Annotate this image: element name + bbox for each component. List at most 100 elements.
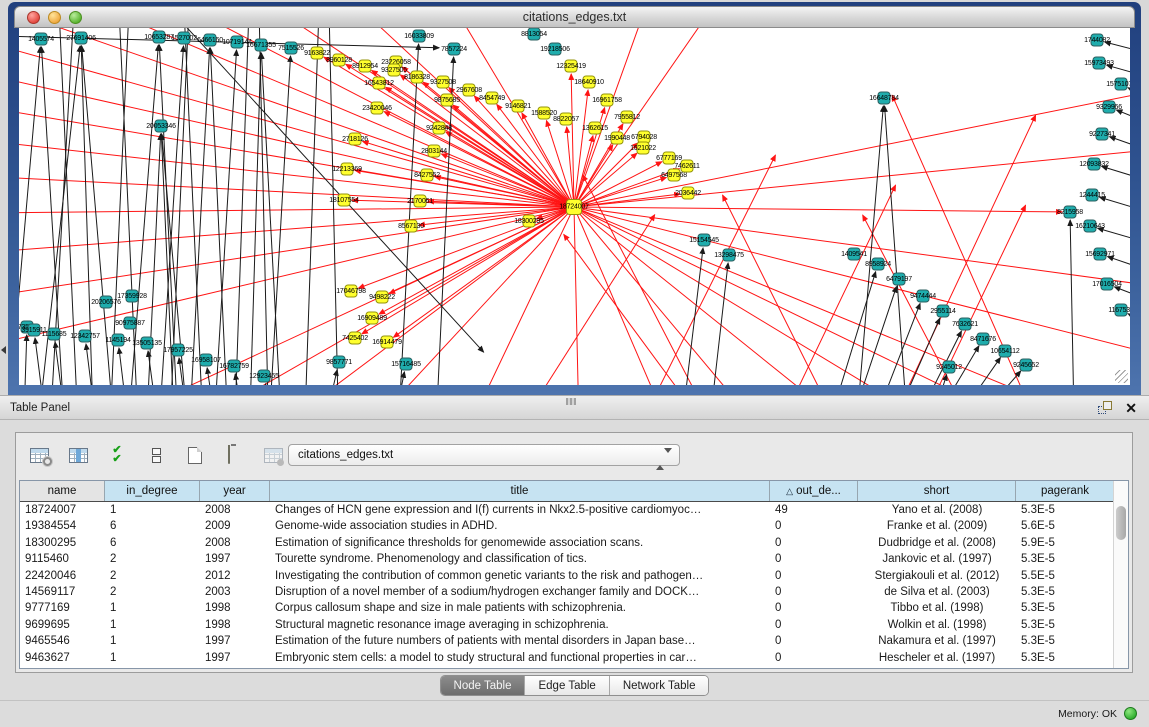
graph-node[interactable]: 18300295: [523, 215, 536, 228]
graph-node[interactable]: 2967608: [463, 84, 476, 97]
graph-node[interactable]: 18640910: [583, 76, 596, 89]
graph-node[interactable]: 18107554: [338, 194, 351, 207]
graph-node[interactable]: 16782759: [228, 360, 241, 373]
graph-node[interactable]: 17957225: [172, 344, 185, 357]
graph-node[interactable]: 7425402: [349, 332, 362, 345]
graph-node[interactable]: 15751074: [1115, 78, 1128, 91]
graph-node[interactable]: 1621022: [637, 142, 650, 155]
graph-node[interactable]: 8822057: [560, 113, 573, 126]
column-header-title[interactable]: title: [270, 481, 770, 501]
graph-node[interactable]: 16958107: [200, 354, 213, 367]
graph-node[interactable]: 17046798: [345, 285, 358, 298]
column-header-in_degree[interactable]: in_degree: [105, 481, 200, 501]
graph-node[interactable]: 8427552: [421, 169, 434, 182]
graph-node[interactable]: 12923465: [258, 370, 271, 383]
column-header-short[interactable]: short: [858, 481, 1016, 501]
graph-node[interactable]: 13298475: [723, 249, 736, 262]
graph-node[interactable]: 1115685: [48, 328, 61, 341]
graph-node[interactable]: 12342757: [79, 330, 92, 343]
graph-node[interactable]: 10653287: [153, 31, 166, 44]
graph-node[interactable]: 8960128: [333, 54, 346, 67]
graph-node[interactable]: 23420046: [371, 102, 384, 115]
graph-node[interactable]: 9329966: [1103, 101, 1116, 114]
table-row[interactable]: 977716911998Corpus callosum shape and si…: [20, 600, 1128, 616]
graph-node[interactable]: 7857224: [448, 43, 461, 56]
graph-node[interactable]: 20053346: [155, 120, 168, 133]
graph-node[interactable]: 2803144: [428, 145, 441, 158]
graph-node[interactable]: 8186328: [411, 71, 424, 84]
graph-node[interactable]: 15154545: [698, 234, 711, 247]
graph-node[interactable]: 19218506: [549, 43, 562, 56]
graph-node[interactable]: 9227341: [1096, 128, 1109, 141]
graph-node[interactable]: 1145194: [112, 334, 125, 347]
graph-node[interactable]: 9146821: [512, 100, 525, 113]
show-columns-button[interactable]: [65, 442, 91, 468]
graph-node[interactable]: 12325419: [565, 60, 578, 73]
graph-node[interactable]: 2718126: [349, 133, 362, 146]
graph-node[interactable]: 13505135: [141, 337, 154, 350]
graph-node[interactable]: 8215958: [1064, 206, 1077, 219]
graph-node[interactable]: 9875685: [441, 94, 454, 107]
graph-node[interactable]: 1244415: [1086, 189, 1099, 202]
column-header-out_de[interactable]: △out_de...: [770, 481, 858, 501]
delete-column-button[interactable]: [221, 442, 247, 468]
table-row[interactable]: 946362711997Embryonic stem cells: a mode…: [20, 650, 1128, 666]
graph-node[interactable]: 1744082: [1091, 34, 1104, 47]
graph-node[interactable]: 6497568: [668, 169, 681, 182]
graph-node[interactable]: 10654112: [999, 345, 1012, 358]
window-titlebar[interactable]: citations_edges.txt: [14, 6, 1135, 28]
table-row[interactable]: 969969511998Structural magnetic resonanc…: [20, 617, 1128, 633]
tab-network-table[interactable]: Network Table: [609, 676, 709, 695]
column-header-pagerank[interactable]: pagerank: [1016, 481, 1115, 501]
graph-node[interactable]: 3915911: [28, 324, 41, 337]
graph-node[interactable]: 9857771: [333, 356, 346, 369]
graph-node[interactable]: 1405574: [35, 33, 48, 46]
graph-node[interactable]: 1527002: [178, 32, 191, 45]
graph-node[interactable]: 2170061: [414, 195, 427, 208]
graph-node[interactable]: 8471676: [977, 333, 990, 346]
graph-node[interactable]: 9327508: [437, 76, 450, 89]
graph-node[interactable]: 20206576: [100, 296, 113, 309]
create-column-button[interactable]: [182, 442, 208, 468]
network-canvas[interactable]: 9163822896012889129542322605893275058186…: [19, 28, 1130, 385]
graph-node[interactable]: 9245652: [1020, 359, 1033, 372]
graph-node[interactable]: 16914479: [381, 336, 394, 349]
table-row[interactable]: 1872400712008Changes of HCN gene express…: [20, 502, 1128, 518]
graph-node[interactable]: 15973493: [1093, 57, 1106, 70]
table-row[interactable]: 946554611997Estimation of the future num…: [20, 633, 1128, 649]
unselect-all-columns-button[interactable]: [143, 442, 169, 468]
graph-node[interactable]: 8813054: [528, 28, 541, 41]
graph-node[interactable]: 1588520: [538, 107, 551, 120]
float-panel-button[interactable]: [1098, 401, 1113, 416]
graph-node[interactable]: 7462611: [681, 160, 694, 173]
graph-node[interactable]: 9498222: [376, 291, 389, 304]
graph-node[interactable]: 12093832: [1088, 158, 1101, 171]
graph-node[interactable]: 1990448: [611, 132, 624, 145]
close-panel-button[interactable]: ✕: [1125, 399, 1137, 417]
table-row[interactable]: 911546021997Tourette syndrome. Phenomeno…: [20, 551, 1128, 567]
table-row[interactable]: 1938455462009Genome-wide association stu…: [20, 518, 1128, 534]
graph-node[interactable]: 8958924: [872, 258, 885, 271]
graph-node[interactable]: 9245012: [943, 361, 956, 374]
graph-node[interactable]: 8567130: [405, 220, 418, 233]
graph-node[interactable]: 12213369: [341, 163, 354, 176]
graph-node[interactable]: 8912954: [359, 60, 372, 73]
graph-node[interactable]: 16961758: [601, 94, 614, 107]
table-row[interactable]: 2242004622012Investigating the contribut…: [20, 568, 1128, 584]
graph-node[interactable]: 16648784: [878, 92, 891, 105]
graph-node[interactable]: 16909489: [366, 312, 379, 325]
column-header-name[interactable]: name: [20, 481, 105, 501]
graph-node[interactable]: 17016504: [1101, 278, 1114, 291]
graph-node[interactable]: 1362615: [589, 122, 602, 135]
graph-node[interactable]: 16671355: [255, 39, 268, 52]
graph-node[interactable]: 1409541: [848, 248, 861, 261]
graph-node[interactable]: 7955812: [621, 111, 634, 124]
graph-node[interactable]: 9327505: [388, 64, 401, 77]
tab-edge-table[interactable]: Edge Table: [524, 676, 608, 695]
graph-node[interactable]: 8454749: [486, 92, 499, 105]
graph-node[interactable]: 6479197: [893, 273, 906, 286]
table-row[interactable]: 1830029562008Estimation of significance …: [20, 535, 1128, 551]
graph-node[interactable]: 2036442: [682, 187, 695, 200]
graph-node[interactable]: 10719144: [231, 36, 244, 49]
table-row[interactable]: 1456911722003Disruption of a novel membe…: [20, 584, 1128, 600]
